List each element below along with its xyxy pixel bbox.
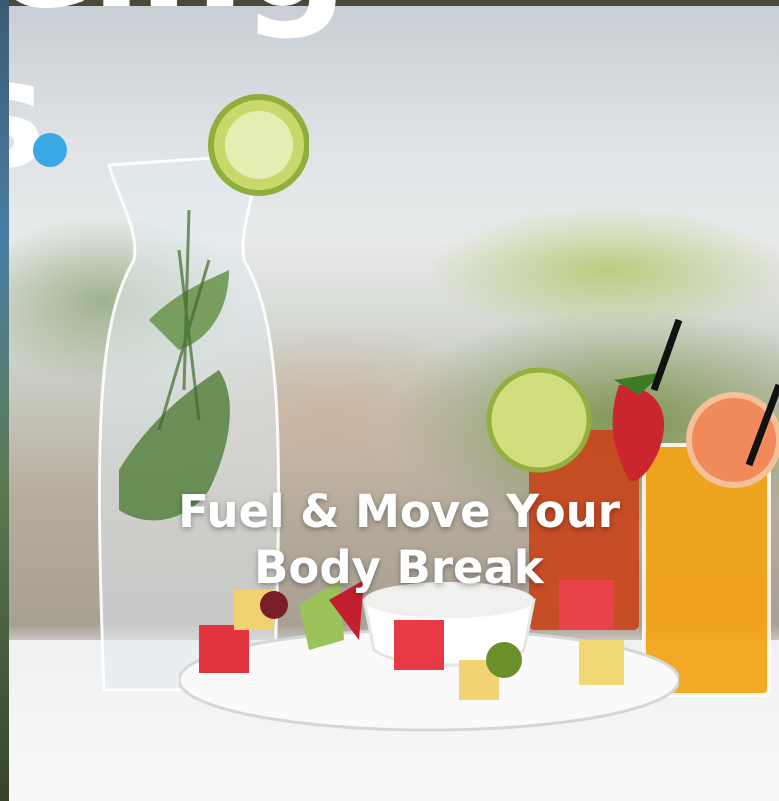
section-heading-fragment-second: s (9, 40, 46, 190)
accent-dot (33, 133, 67, 167)
feature-card[interactable]: eing s Fuel & Move Your Body Break (9, 0, 779, 801)
previous-slide-edge (0, 0, 9, 801)
section-heading-fragment: eing (9, 0, 348, 30)
card-title[interactable]: Fuel & Move Your Body Break (109, 484, 689, 596)
